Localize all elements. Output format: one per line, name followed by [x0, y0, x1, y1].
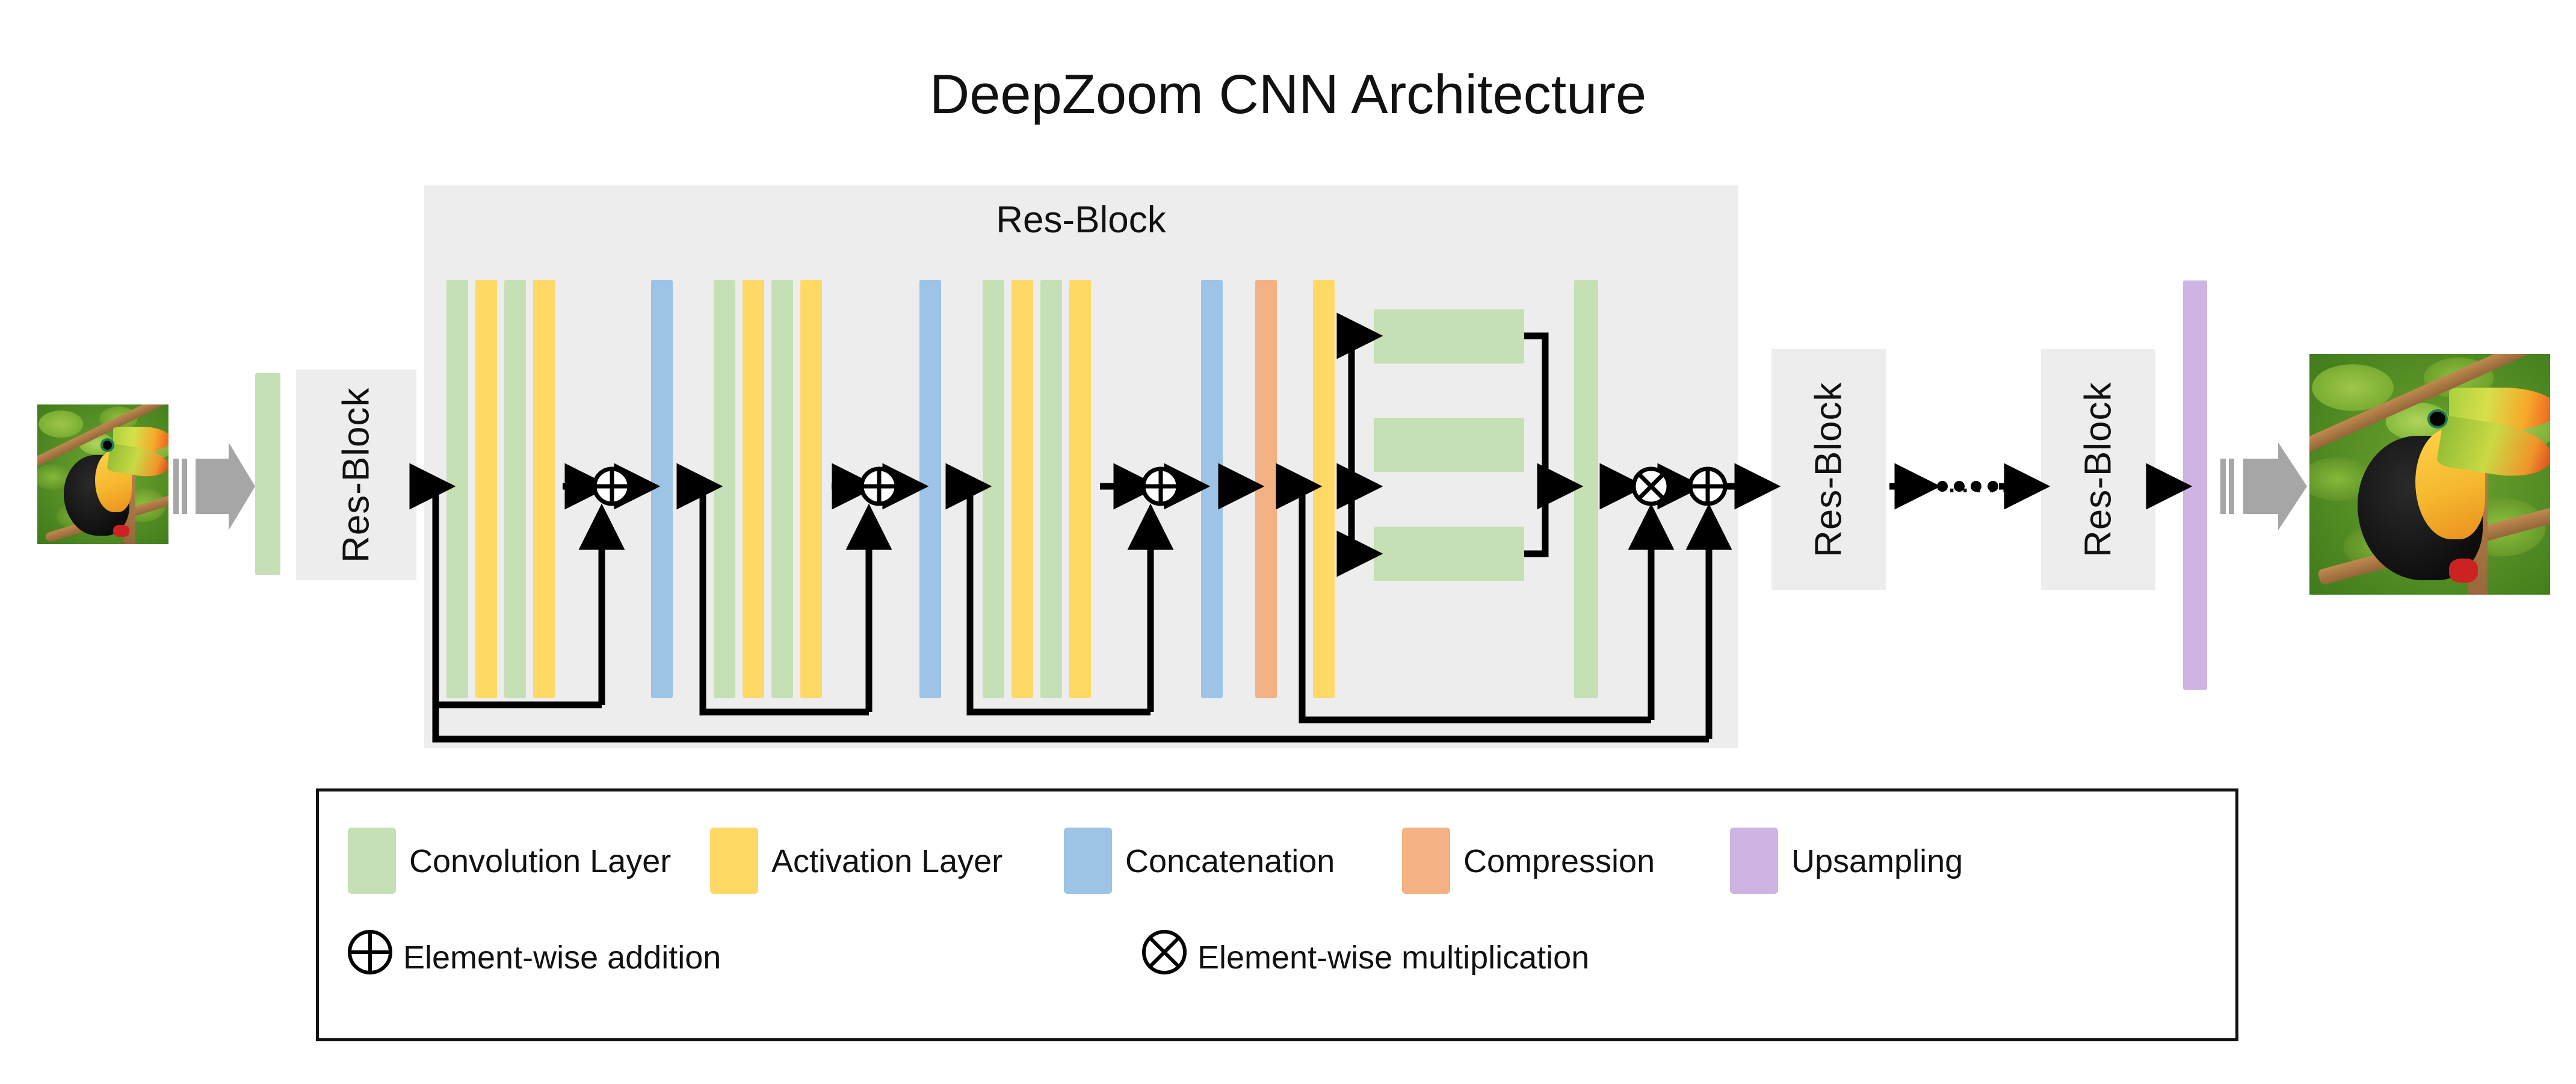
resblock-expanded-title: Res-Block — [424, 199, 1738, 241]
attention-fuse-conv — [1574, 280, 1598, 698]
compression-bar — [1255, 280, 1277, 698]
upsampling-bar — [2183, 280, 2207, 690]
g2-conv-2 — [771, 280, 793, 698]
legend-label-concatenation: Concatenation — [1125, 843, 1335, 879]
legend-label-upsampling: Upsampling — [1791, 843, 1963, 879]
legend-label-addition: Element-wise addition — [403, 940, 721, 976]
legend-label-compression: Compression — [1463, 843, 1655, 879]
g2-act-2 — [800, 280, 822, 698]
attention-branch-mid — [1374, 418, 1524, 472]
block-arrow-output — [2220, 442, 2307, 530]
times-in-circle-icon — [1142, 930, 1187, 974]
legend-swatch-compression — [1402, 828, 1450, 894]
g1-concat — [651, 280, 673, 698]
diagram-canvas: DeepZoom CNN Architecture Res-Block Res-… — [0, 0, 2576, 1084]
g3-act-1 — [1012, 280, 1033, 698]
g1-conv-1 — [446, 280, 468, 698]
g2-conv-1 — [714, 280, 735, 698]
output-image — [2309, 354, 2550, 595]
resblock-panel-title-text: Res-Block — [996, 199, 1166, 241]
g2-act-1 — [743, 280, 764, 698]
pipeline-ellipsis: ...... — [1947, 461, 2027, 500]
g3-conv-1 — [983, 280, 1004, 698]
resblock-mid-label: Res-Block — [1808, 382, 1850, 557]
legend-panel: Convolution Layer Activation Layer Conca… — [316, 788, 2238, 1041]
resblock-left: Res-Block — [296, 370, 416, 580]
head-convolution-bar — [255, 373, 280, 575]
resblock-mid: Res-Block — [1771, 349, 1886, 590]
post-compression-activation — [1313, 280, 1335, 698]
attention-branch-top — [1374, 309, 1524, 364]
legend-swatch-upsampling — [1730, 828, 1778, 894]
legend-label-multiplication: Element-wise multiplication — [1197, 940, 1590, 976]
g1-conv-2 — [504, 280, 526, 698]
resblock-right: Res-Block — [2041, 349, 2155, 590]
resblock-left-label: Res-Block — [335, 387, 377, 563]
g3-conv-2 — [1040, 280, 1062, 698]
legend-swatch-concatenation — [1064, 828, 1112, 894]
g1-act-1 — [475, 280, 497, 698]
resblock-right-label: Res-Block — [2077, 382, 2119, 557]
g2-concat — [919, 280, 941, 698]
g3-act-2 — [1069, 280, 1091, 698]
block-arrow-input — [173, 442, 255, 530]
input-image — [37, 404, 168, 544]
legend-swatch-convolution — [348, 828, 396, 894]
g3-concat — [1201, 280, 1223, 698]
legend-swatch-activation — [710, 828, 758, 894]
attention-branch-bot — [1374, 527, 1524, 581]
g1-act-2 — [533, 280, 555, 698]
page-title: DeepZoom CNN Architecture — [929, 64, 1647, 125]
legend-label-activation: Activation Layer — [771, 843, 1003, 879]
plus-in-circle-icon — [348, 930, 392, 974]
legend-label-convolution: Convolution Layer — [409, 843, 672, 879]
